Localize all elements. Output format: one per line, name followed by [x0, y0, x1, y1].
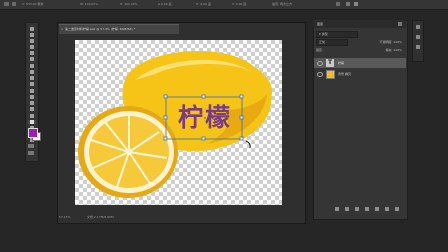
crop-icon[interactable]: [28, 51, 36, 55]
opt-h[interactable]: H: 100.00%: [120, 2, 138, 6]
visibility-eye-icon[interactable]: [317, 72, 323, 77]
dodge-icon[interactable]: [28, 107, 36, 111]
collapsed-panels-bar: [412, 20, 424, 62]
opt-angle[interactable]: Δ 0.00 度: [158, 2, 172, 6]
text-layer-content[interactable]: 柠檬: [168, 98, 242, 138]
warp-icon[interactable]: [336, 2, 340, 6]
screen-mode-icon[interactable]: [28, 151, 34, 155]
opt-x[interactable]: X: 533.00 像素: [22, 2, 43, 6]
opt-w[interactable]: W: 100.00%: [80, 2, 98, 6]
lasso-icon[interactable]: [28, 39, 36, 43]
marquee-icon[interactable]: [28, 33, 36, 37]
visibility-eye-icon[interactable]: [317, 61, 323, 66]
blend-mode-select[interactable]: 正常: [316, 39, 348, 46]
layer-name[interactable]: 柠檬: [338, 61, 344, 65]
commit-icon[interactable]: [354, 2, 358, 6]
add-mask-icon[interactable]: [355, 207, 359, 211]
history-brush-icon[interactable]: [28, 82, 36, 86]
layers-panel-footer: [313, 204, 406, 214]
panel-expand-icon[interactable]: [416, 25, 420, 29]
layer-style-icon[interactable]: [345, 207, 349, 211]
layer-row-background[interactable]: 背景 拷贝: [314, 69, 406, 79]
zoom-level[interactable]: 57.15%: [59, 215, 70, 220]
fill-control[interactable]: 填充: 100%: [350, 47, 402, 54]
opt-hskew[interactable]: H: 0.00 度: [196, 2, 211, 6]
document-tab[interactable]: × 第二章原材料柠檬.psd @ 57.4% (柠檬, RGB/8#) *: [59, 24, 179, 34]
type-icon[interactable]: [28, 120, 36, 124]
layers-panel-header: 图层: [313, 20, 406, 28]
rotate-cursor-icon: [245, 140, 251, 149]
document-info[interactable]: 文档:2.17M/8.60M: [87, 215, 114, 220]
adjustments-icon[interactable]: [416, 45, 420, 49]
new-layer-icon[interactable]: [385, 207, 389, 211]
layers-panel-title[interactable]: 图层: [317, 22, 323, 26]
foreground-color-swatch[interactable]: [28, 128, 38, 138]
document-title: 第二章原材料柠檬.psd @ 57.4% (柠檬, RGB/8#) *: [65, 27, 136, 31]
opt-vskew[interactable]: V: 0.00 度: [232, 2, 246, 6]
layer-filter[interactable]: P 类型: [316, 31, 358, 38]
move-icon[interactable]: [28, 27, 36, 31]
close-tab-icon[interactable]: ×: [61, 27, 64, 31]
properties-icon[interactable]: [416, 35, 420, 39]
cancel-icon[interactable]: [346, 2, 350, 6]
layer-row-text[interactable]: T 柠檬: [314, 58, 406, 68]
canvas[interactable]: 柠檬: [75, 40, 282, 205]
gradient-icon[interactable]: [28, 95, 36, 99]
quick-select-icon[interactable]: [28, 45, 36, 49]
eraser-icon[interactable]: [28, 89, 36, 93]
delete-layer-icon[interactable]: [395, 207, 399, 211]
options-bar: X: 533.00 像素 W: 100.00% H: 100.00% Δ 0.0…: [0, 0, 448, 10]
text-layer-thumbnail: T: [326, 59, 334, 67]
pen-icon[interactable]: [28, 114, 36, 118]
eyedropper-icon[interactable]: [28, 57, 36, 61]
opacity-control[interactable]: 不透明度: 100%: [350, 39, 402, 46]
panel-menu-icon[interactable]: [398, 22, 402, 26]
adjustment-layer-icon[interactable]: [365, 207, 369, 211]
opt-interpolation[interactable]: 插值: 两次立方: [272, 2, 292, 6]
image-layer-thumbnail: [326, 70, 335, 79]
blur-icon[interactable]: [28, 101, 36, 105]
layer-name[interactable]: 背景 拷贝: [338, 72, 351, 76]
tools-panel: [25, 22, 39, 162]
brush-icon[interactable]: [28, 70, 36, 74]
status-bar: 57.15% 文档:2.17M/8.60M: [59, 215, 304, 221]
reference-point-icon[interactable]: [12, 2, 16, 6]
transform-tool-icon[interactable]: [4, 2, 9, 6]
lock-controls[interactable]: 锁定:: [316, 47, 346, 54]
lemon-slice: [78, 106, 178, 198]
link-layers-icon[interactable]: [335, 207, 339, 211]
new-group-icon[interactable]: [375, 207, 379, 211]
healing-icon[interactable]: [28, 64, 36, 68]
quick-mask-icon[interactable]: [28, 144, 34, 148]
stamp-icon[interactable]: [28, 76, 36, 80]
